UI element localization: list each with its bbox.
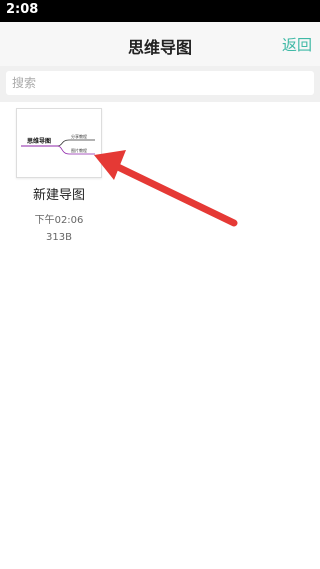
file-modified-time: 下午02:06: [34, 215, 84, 226]
search-input[interactable]: [6, 71, 314, 95]
file-size: 313B: [46, 232, 72, 243]
back-button[interactable]: 返回: [282, 34, 312, 55]
thumb-branch-label: 图片教程: [71, 147, 87, 153]
search-bar: [0, 66, 320, 102]
mindmap-thumbnail: 思维导图 分享教程 图片教程: [16, 108, 102, 178]
thumb-root-label: 思维导图: [27, 137, 51, 145]
file-card[interactable]: 思维导图 分享教程 图片教程 新建导图 下午02:06 313B: [14, 108, 104, 243]
nav-bar: 思维导图 返回: [0, 22, 320, 66]
file-name: 新建导图: [32, 188, 85, 203]
mindmap-preview: 思维导图 分享教程 图片教程: [21, 133, 95, 155]
branch-line-top: [56, 139, 95, 147]
status-time: 2:08: [6, 2, 39, 17]
thumb-branch-label: 分享教程: [71, 133, 87, 139]
page-title: 思维导图: [127, 38, 192, 57]
arrow-shaft: [114, 163, 238, 227]
status-bar: 2:08: [0, 0, 320, 22]
